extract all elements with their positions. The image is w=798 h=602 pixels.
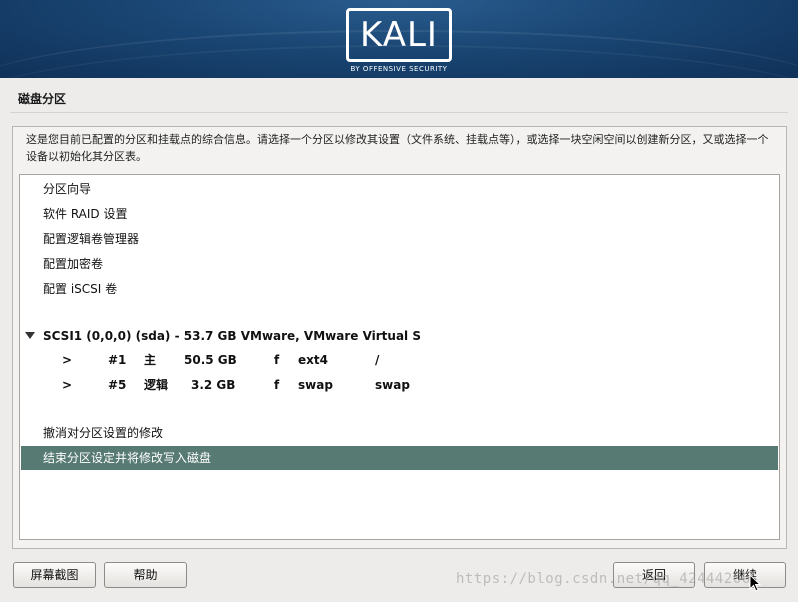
list-item-label: 配置加密卷 bbox=[43, 257, 104, 271]
list-item-iscsi[interactable]: 配置 iSCSI 卷 bbox=[21, 277, 778, 301]
partition-flag: f bbox=[274, 378, 280, 392]
list-item-undo-changes[interactable]: 撤消对分区设置的修改 bbox=[21, 421, 778, 445]
title-divider bbox=[10, 112, 788, 113]
partition-list[interactable]: 分区向导 软件 RAID 设置 配置逻辑卷管理器 配置加密卷 配置 iSCSI … bbox=[19, 174, 780, 540]
partition-mountpoint: swap bbox=[375, 378, 410, 392]
list-item-encrypted-volumes[interactable]: 配置加密卷 bbox=[21, 252, 778, 276]
disk-row-sda[interactable]: SCSI1 (0,0,0) (sda) - 53.7 GB VMware, VM… bbox=[21, 324, 778, 348]
partition-type: 逻辑 bbox=[144, 378, 169, 392]
partition-flag: f bbox=[274, 353, 280, 367]
list-item-label: 结束分区设定并将修改写入磁盘 bbox=[43, 451, 212, 465]
list-item-label: 配置逻辑卷管理器 bbox=[43, 232, 140, 246]
partition-size: 3.2 GB bbox=[191, 378, 236, 392]
watermark: https://blog.csdn.net/qq_42444206 bbox=[456, 571, 751, 587]
partition-marker: > bbox=[62, 353, 73, 367]
logo-subtitle: BY OFFENSIVE SECURITY bbox=[350, 65, 448, 73]
list-item-label: 撤消对分区设置的修改 bbox=[43, 426, 164, 440]
list-item-label: 配置 iSCSI 卷 bbox=[43, 282, 118, 296]
partition-mountpoint: / bbox=[375, 353, 380, 367]
kali-logo: KALI bbox=[346, 8, 452, 62]
list-item-label: 软件 RAID 设置 bbox=[43, 207, 128, 221]
mouse-cursor-icon bbox=[749, 574, 761, 592]
list-item-lvm[interactable]: 配置逻辑卷管理器 bbox=[21, 227, 778, 251]
partition-number: #1 bbox=[108, 353, 127, 367]
partition-row-5[interactable]: > #5 逻辑 3.2 GB f swap swap bbox=[21, 373, 778, 397]
partition-size: 50.5 GB bbox=[184, 353, 237, 367]
partition-filesystem: swap bbox=[298, 378, 333, 392]
partition-filesystem: ext4 bbox=[298, 353, 328, 367]
partition-number: #5 bbox=[108, 378, 127, 392]
list-item-software-raid[interactable]: 软件 RAID 设置 bbox=[21, 202, 778, 226]
triangle-down-icon bbox=[25, 332, 35, 339]
screenshot-button[interactable]: 屏幕截图 bbox=[13, 562, 96, 588]
page-description: 这是您目前已配置的分区和挂载点的综合信息。请选择一个分区以修改其设置（文件系统、… bbox=[26, 133, 769, 163]
kali-header-banner: KALI BY OFFENSIVE SECURITY bbox=[0, 0, 798, 78]
list-item-label: 分区向导 bbox=[43, 182, 92, 196]
partition-type: 主 bbox=[144, 353, 157, 367]
disk-label: SCSI1 (0,0,0) (sda) - 53.7 GB VMware, VM… bbox=[43, 329, 421, 343]
page-title: 磁盘分区 bbox=[18, 92, 67, 106]
logo-text: KALI bbox=[360, 15, 438, 55]
partition-row-1[interactable]: > #1 主 50.5 GB f ext4 / bbox=[21, 348, 778, 372]
list-item-guided-partitioning[interactable]: 分区向导 bbox=[21, 177, 778, 201]
partition-marker: > bbox=[62, 378, 73, 392]
help-button[interactable]: 帮助 bbox=[104, 562, 187, 588]
list-item-finish-partitioning[interactable]: 结束分区设定并将修改写入磁盘 bbox=[21, 446, 778, 470]
